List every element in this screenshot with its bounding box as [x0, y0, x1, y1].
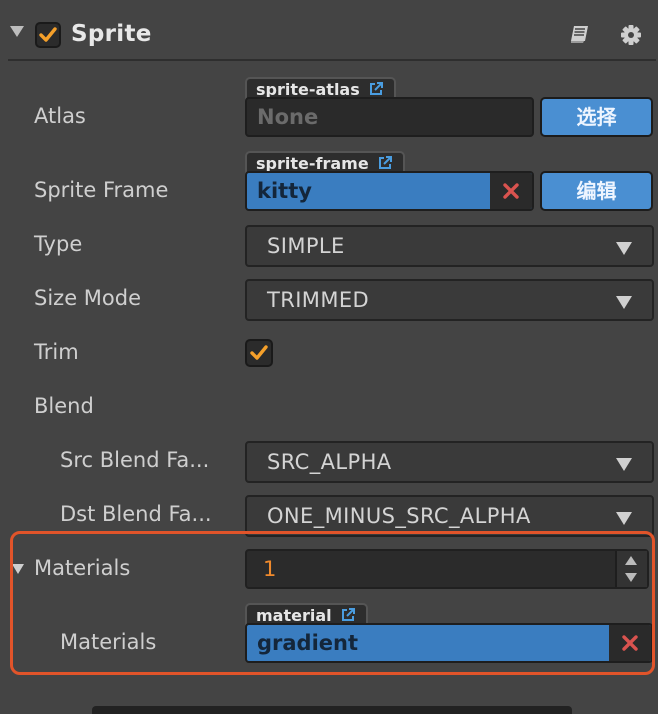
checkmark-icon [250, 345, 268, 360]
component-title: Sprite [71, 21, 152, 47]
external-link-icon [370, 82, 384, 95]
size-mode-dropdown[interactable]: TRIMMED [245, 279, 654, 321]
external-link-icon [379, 156, 393, 169]
dst-blend-factor-value: ONE_MINUS_SRC_ALPHA [267, 504, 531, 528]
sprite-frame-field[interactable]: kitty [245, 171, 534, 211]
dropdown-arrow-icon [616, 296, 632, 309]
component-enabled-checkbox[interactable] [35, 22, 61, 48]
atlas-label: Atlas [34, 104, 86, 128]
type-value: SIMPLE [267, 234, 345, 258]
size-mode-label: Size Mode [34, 286, 141, 310]
type-dropdown[interactable]: SIMPLE [245, 225, 654, 267]
header-divider [8, 59, 656, 61]
size-mode-value: TRIMMED [267, 288, 370, 312]
trim-label: Trim [34, 340, 79, 364]
type-label: Type [34, 232, 83, 256]
blend-label: Blend [34, 394, 94, 418]
dropdown-arrow-icon [616, 512, 632, 525]
dropdown-arrow-icon [616, 242, 632, 255]
trim-checkbox[interactable] [245, 339, 273, 367]
collapse-arrow-icon[interactable] [10, 26, 24, 37]
src-blend-factor-label: Src Blend Fa... [60, 448, 210, 472]
dst-blend-factor-label: Dst Blend Fa... [60, 502, 212, 526]
materials-highlight-box [10, 531, 655, 675]
gear-icon[interactable] [620, 24, 642, 50]
sprite-frame-label: Sprite Frame [34, 178, 169, 202]
src-blend-factor-dropdown[interactable]: SRC_ALPHA [245, 441, 654, 483]
checkmark-icon [39, 27, 57, 42]
clear-sprite-frame-button[interactable] [490, 173, 532, 209]
dropdown-arrow-icon [616, 458, 632, 471]
src-blend-factor-value: SRC_ALPHA [267, 450, 392, 474]
atlas-field[interactable]: None [245, 97, 534, 137]
bottom-edge-bar [92, 706, 572, 714]
select-atlas-button[interactable]: 选择 [540, 97, 653, 137]
atlas-value: None [257, 105, 319, 129]
edit-sprite-frame-button[interactable]: 编辑 [540, 171, 653, 211]
book-icon[interactable] [569, 24, 591, 48]
close-icon [503, 183, 519, 199]
